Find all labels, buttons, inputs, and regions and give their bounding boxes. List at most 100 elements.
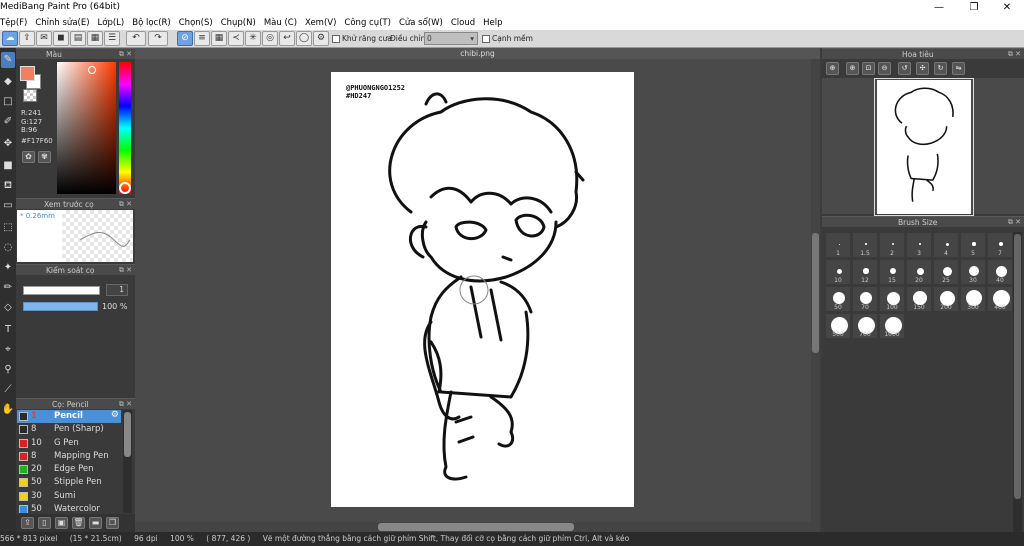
- brush-size-cell[interactable]: 2: [879, 232, 905, 258]
- brush-size-value[interactable]: 1: [106, 284, 128, 296]
- menu-cloud[interactable]: Cloud: [447, 18, 479, 28]
- menu-capture[interactable]: Chụp(N): [217, 18, 260, 28]
- foreground-color-swatch[interactable]: [20, 66, 35, 81]
- brush-list-scroll-thumb[interactable]: [124, 412, 131, 457]
- snap-off-icon[interactable]: ⊘: [177, 31, 193, 46]
- rotate-left-icon[interactable]: ↺: [898, 62, 911, 75]
- smooth-checkbox[interactable]: [482, 35, 490, 43]
- brush-size-cell[interactable]: 500: [825, 313, 851, 339]
- brush-size-cell[interactable]: 15: [879, 259, 905, 285]
- rotate-right-icon[interactable]: ↻: [934, 62, 947, 75]
- shape-fill-icon[interactable]: ■: [1, 158, 15, 174]
- new-brush-icon[interactable]: ▯: [38, 517, 51, 529]
- panel-icon[interactable]: ▤: [70, 31, 86, 46]
- brush-size-cell[interactable]: 50: [825, 286, 851, 312]
- brush-item-pencil[interactable]: 1 Pencil ⚙: [17, 410, 121, 424]
- snap-parallel-icon[interactable]: ≡: [194, 31, 210, 46]
- panel-float-icon[interactable]: ⧉ ✕: [119, 199, 132, 210]
- add-brush-icon[interactable]: ▣: [55, 517, 68, 529]
- gradient-tool-icon[interactable]: ▭: [1, 198, 15, 214]
- menu-help[interactable]: Help: [479, 18, 506, 28]
- snap-grid-icon[interactable]: ▦: [211, 31, 227, 46]
- pen-tool-icon[interactable]: ✐: [1, 114, 15, 130]
- palette-icon[interactable]: ✿: [22, 151, 35, 163]
- transparent-color-swatch[interactable]: [23, 89, 37, 102]
- panel-float-icon[interactable]: ⧉ ✕: [119, 399, 132, 410]
- move-tool-icon[interactable]: ✥: [1, 136, 15, 152]
- panel-float-icon[interactable]: ⧉ ✕: [1008, 217, 1021, 228]
- menu-tools[interactable]: Công cụ(T): [340, 18, 395, 28]
- brush-size-cell[interactable]: 40: [987, 259, 1013, 285]
- share-icon[interactable]: ⇪: [19, 31, 35, 46]
- canvas-horizontal-scroll-thumb[interactable]: [378, 523, 574, 531]
- zoom-in-2-icon[interactable]: ⊕: [846, 62, 859, 75]
- reset-view-icon[interactable]: ✣: [916, 62, 929, 75]
- menu-view[interactable]: Xem(V): [301, 18, 340, 28]
- cloud-brush-icon[interactable]: ⇪: [21, 517, 34, 529]
- brush-size-cell[interactable]: 200: [933, 286, 959, 312]
- menu-window[interactable]: Cửa sổ(W): [395, 18, 447, 28]
- hue-slider[interactable]: [119, 62, 131, 194]
- brush-size-cell[interactable]: 1: [825, 232, 851, 258]
- brush-size-cell[interactable]: 10: [825, 259, 851, 285]
- brush-item-g-pen[interactable]: 10 G Pen: [17, 436, 121, 450]
- brush-item-watercolor[interactable]: 50 Watercolor: [17, 503, 121, 513]
- redo-icon[interactable]: ↷: [148, 31, 168, 46]
- zoom-in-icon[interactable]: ⊕: [826, 62, 839, 75]
- brush-size-cell[interactable]: 25: [933, 259, 959, 285]
- zoom-out-icon[interactable]: ⊖: [878, 62, 891, 75]
- brush-size-cell[interactable]: 5: [960, 232, 986, 258]
- operation-tool-icon[interactable]: ⌖: [1, 342, 15, 358]
- list-icon[interactable]: ☰: [104, 31, 120, 46]
- brush-item-mapping-pen[interactable]: 8 Mapping Pen: [17, 449, 121, 464]
- snap-ellipse-icon[interactable]: ◯: [296, 31, 312, 46]
- brush-item-pen-sharp[interactable]: 8 Pen (Sharp): [17, 423, 121, 437]
- brush-size-cell[interactable]: 1.5: [852, 232, 878, 258]
- sv-marker[interactable]: [88, 66, 96, 74]
- menu-file[interactable]: Tệp(F): [0, 18, 31, 28]
- menu-layer[interactable]: Lớp(L): [94, 18, 129, 28]
- cloud-icon[interactable]: ☁: [2, 31, 18, 46]
- hue-marker[interactable]: [119, 182, 131, 194]
- gear-icon[interactable]: ⚙: [111, 410, 119, 420]
- brush-item-sumi[interactable]: 30 Sumi: [17, 489, 121, 504]
- brush-opacity-slider[interactable]: [23, 302, 98, 311]
- text-tool-icon[interactable]: T: [1, 322, 15, 338]
- folder-icon[interactable]: ▬: [89, 517, 102, 529]
- snap-radial-icon[interactable]: ✳: [245, 31, 261, 46]
- panel-float-icon[interactable]: ⧉ ✕: [119, 265, 132, 276]
- brush-size-slider[interactable]: [23, 286, 100, 295]
- snap-curve-icon[interactable]: ↩: [279, 31, 295, 46]
- menu-filter[interactable]: Bộ lọc(R): [128, 18, 175, 28]
- grid-panel-icon[interactable]: ▦: [87, 31, 103, 46]
- brush-size-cell[interactable]: 7: [987, 232, 1013, 258]
- brush-size-cell[interactable]: 300: [960, 286, 986, 312]
- select-pen-icon[interactable]: ✏: [1, 280, 15, 296]
- select-tool-icon[interactable]: ⬚: [1, 220, 15, 236]
- drawing-paper[interactable]: [331, 72, 634, 507]
- menu-edit[interactable]: Chỉnh sửa(E): [31, 18, 93, 28]
- brush-size-cell[interactable]: 20: [906, 259, 932, 285]
- flip-icon[interactable]: ⇋: [952, 62, 965, 75]
- minimize-button[interactable]: —: [924, 0, 954, 16]
- fit-icon[interactable]: ⊡: [862, 62, 875, 75]
- magic-wand-icon[interactable]: ✦: [1, 260, 15, 276]
- brush-size-cell[interactable]: 12: [852, 259, 878, 285]
- brush-size-cell[interactable]: 3: [906, 232, 932, 258]
- brush-item-stipple-pen[interactable]: 50 Stipple Pen: [17, 476, 121, 490]
- dropper-tool-icon[interactable]: ⟋: [1, 382, 15, 398]
- saturation-value-picker[interactable]: [57, 62, 116, 194]
- snap-settings-icon[interactable]: ⚙: [313, 31, 329, 46]
- bucket-tool-icon[interactable]: ⛾: [1, 178, 15, 194]
- brush-size-cell[interactable]: 70: [852, 286, 878, 312]
- snap-perspective-icon[interactable]: ≺: [228, 31, 244, 46]
- brush-tool-icon[interactable]: ✎: [1, 52, 15, 68]
- undo-icon[interactable]: ↶: [126, 31, 146, 46]
- brush-size-cell[interactable]: 1000: [879, 313, 905, 339]
- brush-size-cell[interactable]: 150: [906, 286, 932, 312]
- brush-size-cell[interactable]: 100: [879, 286, 905, 312]
- delete-brush-icon[interactable]: 🗑: [72, 517, 85, 529]
- tab-chibi[interactable]: chibi.png: [135, 48, 820, 59]
- adjust-select[interactable]: 0 ▾: [424, 32, 478, 45]
- snap-concentric-icon[interactable]: ◎: [262, 31, 278, 46]
